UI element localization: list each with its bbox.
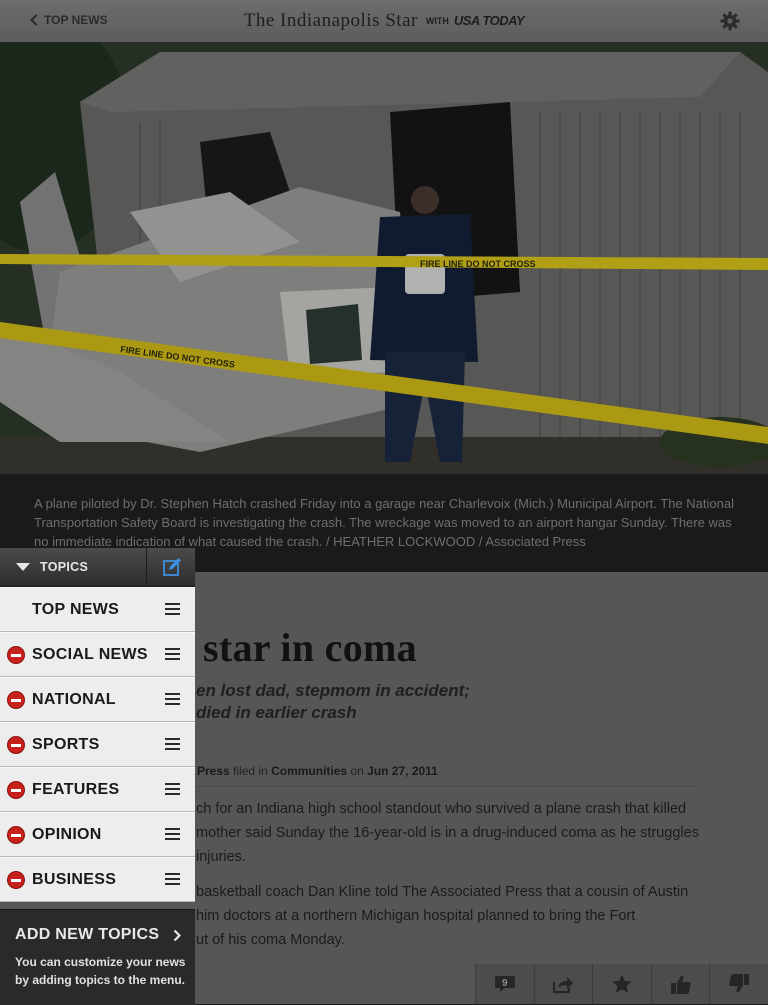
topic-row-opinion[interactable]: OPINION — [0, 812, 195, 857]
topic-row-business[interactable]: BUSINESS — [0, 857, 195, 902]
topic-row-top-news[interactable]: TOP NEWS — [0, 587, 195, 632]
topic-row-national[interactable]: NATIONAL — [0, 677, 195, 722]
topics-panel: TOPICS TOP NEWS SOCIAL NEWS NATIONAL SPO… — [0, 548, 195, 1005]
like-button[interactable] — [650, 964, 710, 1004]
topic-row-features[interactable]: FEATURES — [0, 767, 195, 812]
add-new-topics-button[interactable]: ADD NEW TOPICS You can customize your ne… — [0, 909, 195, 1005]
edit-pencil-icon — [162, 558, 181, 576]
plane-crash-photo: FIRE LINE DO NOT CROSS FIRE LINE DO NOT … — [0, 42, 768, 474]
thumbs-up-icon — [670, 975, 691, 994]
byline-date: Jun 27, 2011 — [367, 764, 438, 778]
masthead-logo: The Indianapolis Star WITH USA TODAY — [0, 10, 768, 32]
topic-label: SPORTS — [32, 736, 100, 753]
masthead-with: WITH — [425, 16, 449, 26]
topics-list: TOP NEWS SOCIAL NEWS NATIONAL SPORTS FEA… — [0, 587, 195, 902]
add-topics-title: ADD NEW TOPICS — [15, 926, 160, 943]
subhead-line-1: en lost dad, stepmom in accident; — [196, 681, 470, 700]
remove-icon[interactable] — [8, 647, 24, 663]
masthead-title: The Indianapolis Star — [243, 10, 418, 31]
topic-label: BUSINESS — [32, 871, 117, 888]
comments-button[interactable]: 9 — [475, 964, 534, 1004]
share-button[interactable] — [533, 964, 593, 1004]
reorder-handle-icon[interactable] — [165, 873, 180, 887]
comment-bubble-icon: 9 — [494, 975, 516, 993]
star-icon — [612, 974, 632, 993]
top-nav-bar: TOP NEWS The Indianapolis Star WITH USA TO… — [0, 0, 768, 43]
favorite-button[interactable] — [592, 964, 651, 1004]
byline-section-link[interactable]: Communities — [271, 764, 347, 778]
reorder-handle-icon[interactable] — [165, 693, 180, 707]
byline-on: on — [350, 764, 364, 778]
topics-header-label: TOPICS — [40, 560, 89, 574]
share-icon — [553, 977, 574, 994]
chevron-right-icon — [173, 929, 181, 942]
topic-label: OPINION — [32, 826, 102, 843]
reorder-handle-icon[interactable] — [165, 648, 180, 662]
add-topics-description: You can customize your news by adding to… — [15, 955, 186, 987]
article-photo[interactable]: FIRE LINE DO NOT CROSS FIRE LINE DO NOT … — [0, 42, 768, 474]
topic-label: NATIONAL — [32, 691, 116, 708]
topic-label: SOCIAL NEWS — [32, 646, 148, 663]
paragraph-line: injuries. — [196, 849, 246, 865]
topic-label: TOP NEWS — [32, 601, 120, 618]
paragraph-line: ch for an Indiana high school standout w… — [196, 801, 687, 817]
masthead-partner: USA TODAY — [453, 13, 525, 28]
article-paragraph-1: ch for an Indiana high school standout w… — [196, 797, 706, 869]
article-paragraph-2: basketball coach Dan Kline told The Asso… — [196, 880, 706, 952]
byline-source: Press — [197, 764, 230, 778]
thumbs-down-icon — [729, 974, 750, 993]
reorder-handle-icon[interactable] — [165, 603, 180, 617]
photo-caption: A plane piloted by Dr. Stephen Hatch cra… — [34, 496, 734, 549]
topic-label: FEATURES — [32, 781, 120, 798]
remove-icon[interactable] — [8, 872, 24, 888]
article-headline: star in coma — [203, 625, 417, 670]
reorder-handle-icon[interactable] — [165, 783, 180, 797]
subhead-line-2: died in earlier crash — [196, 703, 357, 722]
remove-icon[interactable] — [8, 692, 24, 708]
dislike-button[interactable] — [709, 964, 768, 1004]
remove-icon[interactable] — [8, 737, 24, 753]
remove-icon[interactable] — [8, 782, 24, 798]
reorder-handle-icon[interactable] — [165, 738, 180, 752]
comment-count: 9 — [502, 978, 508, 989]
topics-panel-header: TOPICS — [0, 548, 195, 587]
paragraph-line: ut of his coma Monday. — [196, 932, 345, 948]
reorder-handle-icon[interactable] — [165, 828, 180, 842]
edit-topics-button[interactable] — [146, 548, 196, 586]
paragraph-line: basketball coach Dan Kline told The Asso… — [196, 884, 689, 900]
byline-divider — [196, 786, 696, 787]
paragraph-line: him doctors at a northern Michigan hospi… — [196, 908, 636, 924]
topic-row-sports[interactable]: SPORTS — [0, 722, 195, 767]
remove-icon[interactable] — [8, 827, 24, 843]
gear-icon[interactable] — [720, 11, 740, 31]
paragraph-line: mother said Sunday the 16-year-old is in… — [196, 825, 699, 841]
triangle-down-icon — [16, 563, 30, 571]
article-byline: Press filed in Communities on Jun 27, 20… — [197, 764, 438, 778]
article-subhead: en lost dad, stepmom in accident; died i… — [196, 680, 470, 724]
article-toolbar: 9 — [475, 964, 768, 1004]
topic-row-social-news[interactable]: SOCIAL NEWS — [0, 632, 195, 677]
byline-filed: filed in — [233, 764, 268, 778]
topics-toggle-button[interactable]: TOPICS — [0, 548, 145, 586]
